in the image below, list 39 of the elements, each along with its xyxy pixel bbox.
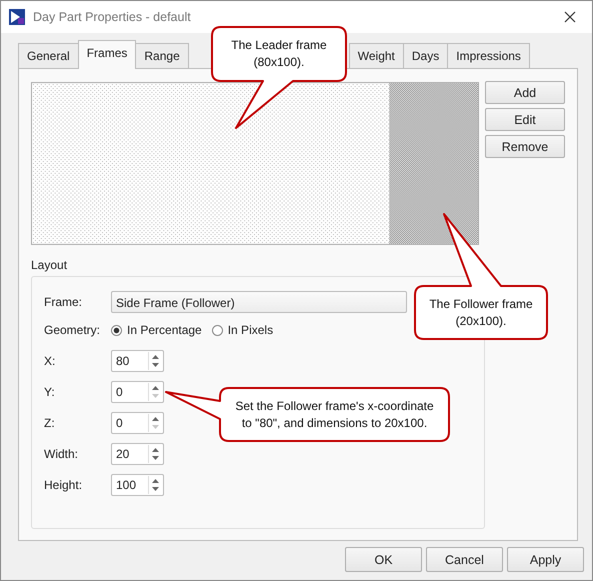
field-label: Geometry: <box>44 323 102 337</box>
tab[interactable]: Days <box>402 43 448 68</box>
callout-text: The Leader frame (80x100). <box>230 37 328 71</box>
group-title: Layout <box>31 258 68 272</box>
side-button[interactable]: Remove <box>485 135 565 158</box>
field-label: X: <box>44 354 56 368</box>
callout-text: Set the Follower frame's x-coordinate to "80", and dimensions to 20x100. <box>234 398 435 432</box>
field-label: Frame: <box>44 295 84 309</box>
spin-field[interactable]: 100 <box>111 474 164 496</box>
window-title: Day Part Properties - default <box>33 10 192 24</box>
spin-arrows-icon[interactable] <box>148 445 160 463</box>
spin-field[interactable]: 0 <box>111 412 164 434</box>
spin-field[interactable]: 80 <box>111 350 164 372</box>
field-label: Z: <box>44 416 56 430</box>
dialog-button[interactable]: Apply <box>507 547 584 572</box>
side-button[interactable]: Edit <box>485 108 565 131</box>
spin-arrows-icon[interactable] <box>148 476 160 494</box>
tab[interactable]: General <box>18 43 79 68</box>
radio-button[interactable] <box>111 324 122 336</box>
app-icon <box>9 9 25 25</box>
field-label: Y: <box>44 385 56 399</box>
frame-dropdown[interactable]: Side Frame (Follower) <box>111 291 407 313</box>
spin-field[interactable]: 0 <box>111 381 164 403</box>
tab[interactable]: Impressions <box>447 43 530 68</box>
field-label: Width: <box>44 447 80 461</box>
tab[interactable]: Range <box>135 43 189 68</box>
side-button[interactable]: Add <box>485 81 565 104</box>
radio-label: In Pixels <box>228 323 274 337</box>
close-icon[interactable] <box>564 11 576 23</box>
radio-label: In Percentage <box>127 323 202 337</box>
dialog-button[interactable]: Cancel <box>426 547 503 572</box>
field-label: Height: <box>44 478 84 492</box>
radio-button[interactable] <box>212 324 223 336</box>
tab[interactable]: Frames <box>78 40 136 69</box>
tab[interactable]: Weight <box>348 43 404 68</box>
dialog-button[interactable]: OK <box>345 547 422 572</box>
spin-arrows-icon[interactable] <box>148 352 160 370</box>
callout-text: The Follower frame (20x100). <box>428 296 534 330</box>
spin-field[interactable]: 20 <box>111 443 164 465</box>
